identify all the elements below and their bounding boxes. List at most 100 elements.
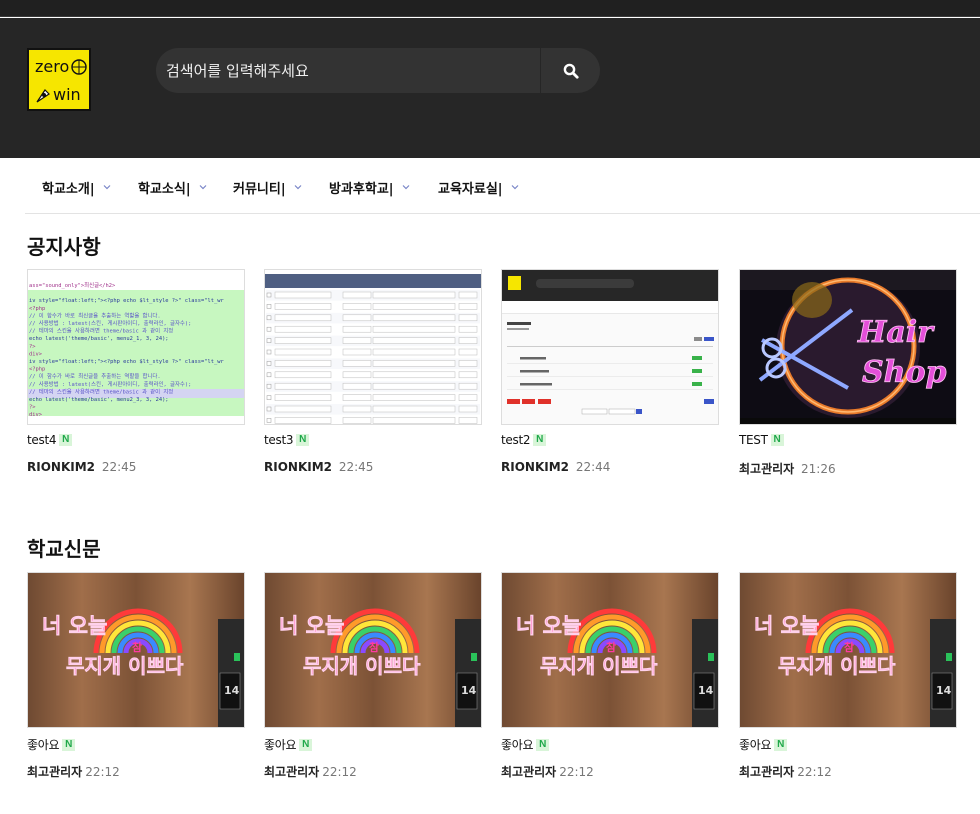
post-title-link[interactable]: 좋아요 N	[264, 736, 313, 753]
nav-item-label: 학교소식|	[138, 181, 191, 197]
chevron-down-icon	[511, 185, 518, 190]
new-badge: N	[296, 434, 310, 446]
post-title: 좋아요	[264, 738, 297, 752]
table-screenshot-image	[265, 270, 481, 424]
notice-section-title: 공지사항	[27, 235, 101, 259]
post-title-link[interactable]: test3 N	[264, 433, 310, 447]
new-badge: N	[62, 738, 76, 751]
post-thumbnail[interactable]	[501, 269, 719, 425]
neon-text-small: 참	[844, 640, 854, 654]
post-title-link[interactable]: 좋아요 N	[739, 736, 788, 753]
code-line: // 테마의 스킨을 사용하려면 theme/basic 과 같이 지정	[29, 327, 173, 335]
post-author: RIONKIM2	[27, 460, 96, 474]
new-badge: N	[774, 738, 788, 751]
code-line: ass="sound_only">최신글</h2>	[29, 281, 116, 289]
search-button[interactable]	[541, 48, 600, 93]
post-time: 22:12	[797, 765, 832, 779]
post-title: 좋아요	[27, 738, 60, 752]
search-input[interactable]	[166, 56, 536, 86]
logo-text-bottom: win	[53, 85, 81, 104]
nav-item-school-intro[interactable]: 학교소개|	[42, 178, 111, 197]
post-title-link[interactable]: test4 N	[27, 433, 73, 447]
chevron-down-icon	[402, 185, 409, 190]
chevron-down-icon	[103, 185, 111, 190]
post-author: 최고관리자	[27, 765, 83, 779]
neon-rainbow-image: 14 너 오늘 참 무지개 이쁘다	[502, 573, 718, 727]
nav-item-school-news[interactable]: 학교소식|	[138, 178, 207, 197]
post-title-link[interactable]: test2 N	[501, 433, 547, 447]
neon-text-line2: 무지개 이쁘다	[66, 654, 184, 678]
post-time: 22:44	[575, 460, 611, 474]
neon-rainbow-image: 14 너 오늘 참 무지개 이쁘다	[28, 573, 244, 727]
post-title: 좋아요	[501, 738, 534, 752]
code-line: div>	[29, 412, 43, 418]
post-title: 좋아요	[739, 738, 772, 752]
rocket-icon	[36, 89, 50, 103]
neon-text-small: 참	[132, 640, 142, 654]
post-title-link[interactable]: TEST N	[739, 433, 784, 447]
nav-item-edu-resources[interactable]: 교육자료실|	[438, 178, 519, 197]
post-time: 22:12	[322, 765, 357, 779]
floor-sign-text: 14	[224, 684, 240, 697]
search-box	[156, 48, 600, 93]
post-meta: 최고관리자 22:12	[501, 763, 594, 780]
code-line: iv style="float:left;"><?php echo $lt_st…	[29, 298, 224, 304]
top-bar	[0, 0, 980, 17]
floor-sign-text: 14	[936, 684, 952, 697]
code-line: // 사용방법 : latest(스킨, 게시판아이디, 출력라인, 글자수);	[29, 380, 191, 388]
nav-item-label: 학교소개|	[42, 181, 95, 197]
post-author: 최고관리자	[264, 765, 320, 779]
code-line: // 이 함수가 바로 최신글을 추출하는 역할을 합니다.	[29, 311, 161, 319]
neon-text-line2: 무지개 이쁘다	[303, 654, 421, 678]
neon-rainbow-image: 14 너 오늘 참 무지개 이쁘다	[265, 573, 481, 727]
neon-rainbow-image: 14 너 오늘 참 무지개 이쁘다	[740, 573, 956, 727]
site-logo[interactable]: zero win	[27, 48, 91, 111]
post-thumbnail[interactable]: 14 너 오늘 참 무지개 이쁘다	[739, 572, 957, 728]
new-badge: N	[533, 434, 547, 446]
site-screenshot-image	[502, 270, 718, 424]
post-meta: RIONKIM2 22:44	[501, 460, 610, 474]
post-meta: 최고관리자 22:12	[739, 763, 832, 780]
post-time: 21:26	[801, 462, 836, 476]
neon-hair-shop-image: Hair Shop	[740, 270, 956, 424]
newspaper-section-title: 학교신문	[27, 537, 101, 561]
neon-text-line1: 너 오늘	[279, 614, 344, 638]
code-line: ?>	[29, 405, 36, 411]
new-badge: N	[770, 434, 784, 446]
post-meta: 최고관리자 22:12	[27, 763, 120, 780]
new-badge: N	[536, 738, 550, 751]
logo-text-top: zero	[35, 57, 69, 76]
post-thumbnail[interactable]: 14 너 오늘 참 무지개 이쁘다	[27, 572, 245, 728]
code-line: // 이 함수가 바로 최신글을 추출하는 역할을 합니다.	[29, 372, 161, 380]
code-line: ?>	[29, 344, 36, 350]
post-title-link[interactable]: 좋아요 N	[501, 736, 550, 753]
post-title: TEST	[739, 433, 768, 447]
post-meta: 최고관리자 21:26	[739, 460, 836, 477]
post-time: 22:12	[559, 765, 594, 779]
post-title: test2	[501, 433, 531, 447]
neon-text-line2: 무지개 이쁘다	[540, 654, 658, 678]
nav-item-label: 커뮤니티|	[233, 181, 286, 197]
code-screenshot-image: ass="sound_only">최신글</h2>iv style="float…	[28, 270, 244, 424]
post-title-link[interactable]: 좋아요 N	[27, 736, 76, 753]
neon-text-line2: Shop	[862, 355, 946, 390]
code-line: // 사용방법 : latest(스킨, 게시판아이디, 출력라인, 글자수);	[29, 319, 191, 327]
post-thumbnail[interactable]: 14 너 오늘 참 무지개 이쁘다	[264, 572, 482, 728]
post-thumbnail[interactable]: Hair Shop	[739, 269, 957, 425]
post-meta: RIONKIM2 22:45	[264, 460, 373, 474]
post-author: 최고관리자	[501, 765, 557, 779]
post-thumbnail[interactable]: 14 너 오늘 참 무지개 이쁘다	[501, 572, 719, 728]
neon-text-line2: 무지개 이쁘다	[778, 654, 896, 678]
post-title: test3	[264, 433, 294, 447]
post-time: 22:45	[101, 460, 137, 474]
nav-item-after-school[interactable]: 방과후학교|	[329, 178, 410, 197]
code-line: <?php	[29, 367, 45, 373]
chevron-down-icon	[294, 185, 302, 190]
code-line: echo latest('theme/basic', menu2_1, 3, 2…	[29, 336, 169, 342]
post-thumbnail[interactable]: ass="sound_only">최신글</h2>iv style="float…	[27, 269, 245, 425]
nav-item-community[interactable]: 커뮤니티|	[233, 178, 302, 197]
new-badge: N	[59, 434, 73, 446]
neon-text-small: 참	[369, 640, 379, 654]
code-line: <?php	[29, 306, 45, 312]
post-thumbnail[interactable]	[264, 269, 482, 425]
